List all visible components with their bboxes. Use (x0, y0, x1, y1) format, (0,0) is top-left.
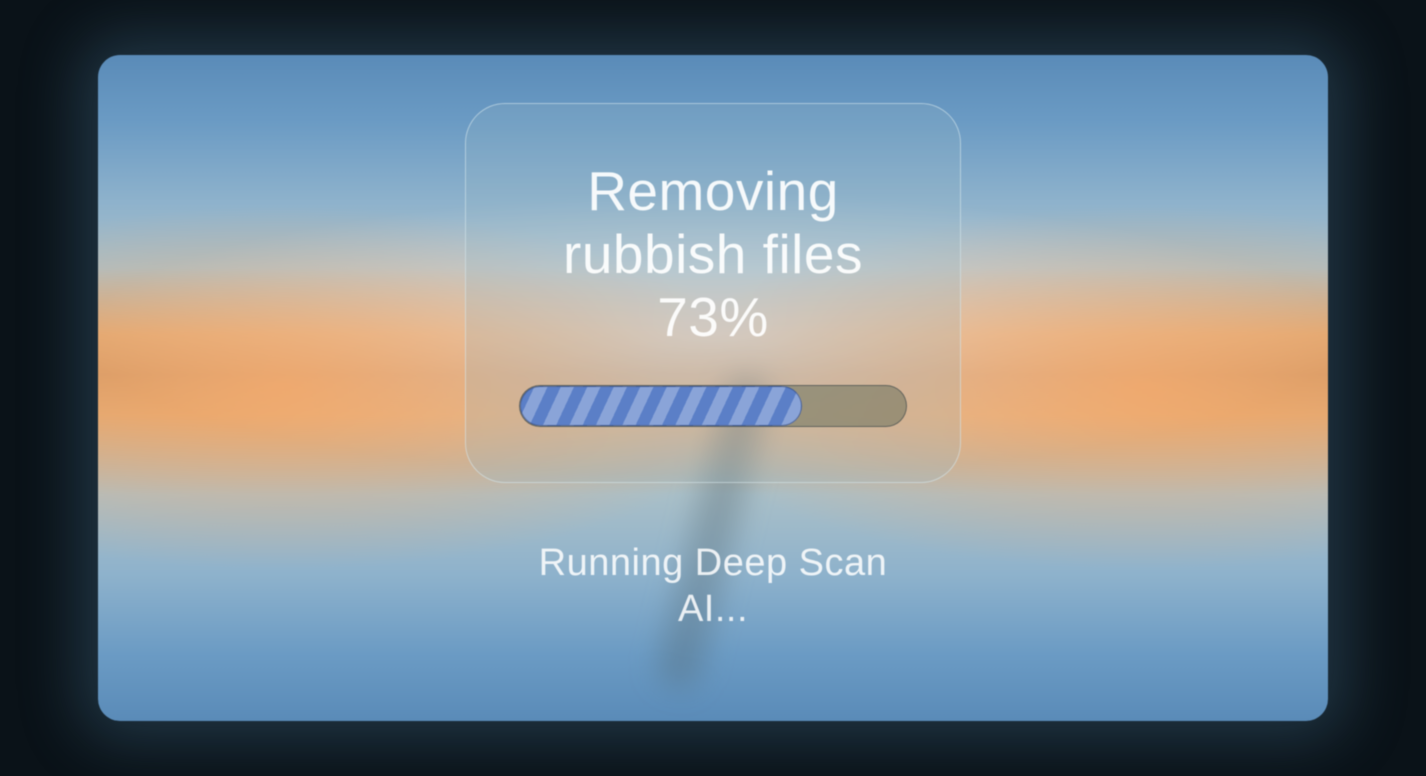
status-line-1: Running Deep Scan (539, 541, 888, 587)
progress-bar (519, 385, 907, 427)
status-text: Running Deep Scan AI... (539, 541, 888, 632)
app-screen: Removing rubbish files 73% Running Deep … (98, 55, 1328, 721)
status-line-2: AI... (539, 587, 888, 633)
progress-fill (520, 386, 802, 426)
dialog-title: Removing rubbish files (494, 160, 932, 287)
progress-dialog: Removing rubbish files 73% (465, 103, 961, 483)
dialog-percent: 73% (657, 286, 769, 349)
